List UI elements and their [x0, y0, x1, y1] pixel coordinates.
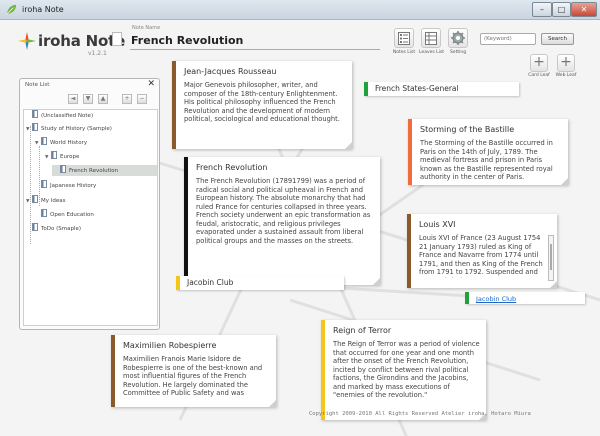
- add-note-button[interactable]: +: [122, 94, 132, 104]
- window-titlebar[interactable]: iroha Note – □ ✕: [0, 0, 600, 20]
- card-color-bar: [184, 157, 188, 285]
- card-color-bar: [111, 335, 115, 407]
- note-list-title: Note List: [25, 82, 50, 88]
- tree-item[interactable]: ▼ Study of History (Sample): [26, 123, 112, 134]
- close-button[interactable]: ✕: [571, 2, 597, 17]
- tree-item[interactable]: ▼ My Ideas: [26, 195, 65, 206]
- label-color-bar: [176, 276, 180, 290]
- leaves-list-button[interactable]: Leaves List: [419, 28, 444, 55]
- scrollbar-thumb[interactable]: [550, 244, 552, 270]
- card-robespierre[interactable]: Maximilien Robespierre Maximilien Franoi…: [111, 335, 276, 407]
- notes-list-icon: [398, 31, 410, 45]
- note-doc-icon: [41, 180, 47, 188]
- card-resize-handle[interactable]: [550, 281, 557, 288]
- tree-item[interactable]: ▼ World History: [35, 137, 87, 148]
- card-scrollbar[interactable]: [548, 235, 554, 281]
- card-title: Jean-Jacques Rousseau: [184, 67, 277, 76]
- note-doc-icon: [32, 195, 38, 203]
- card-title: Reign of Terror: [333, 326, 392, 335]
- note-doc-icon: [41, 137, 47, 145]
- move-left-button[interactable]: ◄: [68, 94, 78, 104]
- minimize-button[interactable]: –: [532, 2, 552, 17]
- card-reign-of-terror[interactable]: Reign of Terror The Reign of Terror was …: [321, 320, 486, 420]
- remove-note-button[interactable]: −: [137, 94, 147, 104]
- web-link[interactable]: Jacobin Club: [476, 295, 516, 303]
- label-text: French States-General: [375, 84, 459, 93]
- search-button[interactable]: Search: [541, 33, 574, 45]
- tree-item[interactable]: ToDo (Smaple): [26, 223, 81, 234]
- version-label: v1.2.1: [88, 50, 107, 57]
- card-bastille[interactable]: Storming of the Bastille The Storming of…: [408, 119, 568, 185]
- label-french-states-general[interactable]: French States-General: [364, 82, 519, 96]
- card-resize-handle[interactable]: [561, 178, 568, 185]
- card-leaf-button[interactable]: + Card Leaf: [527, 54, 551, 78]
- tree-item[interactable]: ▼ Europe: [45, 151, 79, 162]
- note-list-panel: Note List ✕ ◄ ▼ ▲ + − (Unclassified Note…: [19, 78, 160, 330]
- gear-icon: [451, 31, 465, 45]
- card-rousseau[interactable]: Jean-Jacques Rousseau Major Genevois phi…: [172, 61, 352, 149]
- note-list-close-icon[interactable]: ✕: [147, 79, 155, 89]
- leaves-list-icon: [425, 31, 437, 45]
- card-body: Louis XVI of France (23 August 1754 21 J…: [419, 234, 543, 278]
- logo-star-icon: [18, 32, 36, 50]
- web-leaf-jacobin-club[interactable]: Jacobin Club: [465, 292, 585, 304]
- note-name-field[interactable]: French Revolution: [130, 32, 380, 50]
- note-doc-icon: [32, 123, 38, 131]
- card-louis-xvi[interactable]: Louis XVI Louis XVI of France (23 August…: [407, 214, 557, 288]
- label-text: Jacobin Club: [187, 278, 234, 287]
- tree-item[interactable]: Open Education: [35, 209, 94, 220]
- card-leaf-icon: +: [530, 54, 548, 72]
- tree-item-selected[interactable]: French Revolution: [52, 165, 157, 176]
- card-body: Major Genevois philosopher, writer, and …: [184, 81, 340, 123]
- card-title: French Revolution: [196, 163, 268, 172]
- label-color-bar: [364, 82, 368, 96]
- note-info-button[interactable]: [112, 32, 122, 46]
- card-color-bar: [408, 119, 412, 185]
- window-title: iroha Note: [22, 5, 64, 14]
- move-up-button[interactable]: ▲: [98, 94, 108, 104]
- move-down-button[interactable]: ▼: [83, 94, 93, 104]
- search-input[interactable]: [480, 33, 536, 45]
- card-body: Maximilien Franois Marie Isidore de Robe…: [123, 355, 263, 397]
- note-tree: (Unclassified Note) ▼ Study of History (S…: [23, 109, 158, 326]
- card-body: The French Revolution (17891799) was a p…: [196, 177, 371, 245]
- card-title: Maximilien Robespierre: [123, 341, 217, 350]
- card-color-bar: [172, 61, 176, 149]
- main-window: iroha Note v1.2.1 Note Name French Revol…: [0, 20, 600, 436]
- copyright-text: Copyright 2009-2010 All Rights Reserved …: [309, 411, 531, 417]
- app-leaf-icon: [6, 4, 17, 15]
- card-french-revolution[interactable]: French Revolution The French Revolution …: [184, 157, 380, 285]
- card-title: Storming of the Bastille: [420, 125, 515, 134]
- note-doc-icon: [32, 110, 38, 118]
- note-doc-icon: [51, 151, 57, 159]
- setting-button[interactable]: Setting: [446, 28, 470, 55]
- web-leaf-icon: +: [557, 54, 575, 72]
- label-color-bar: [465, 292, 469, 304]
- card-resize-handle[interactable]: [345, 142, 352, 149]
- tree-item[interactable]: (Unclassified Note): [26, 110, 93, 121]
- card-color-bar: [321, 320, 325, 420]
- label-jacobin-club[interactable]: Jacobin Club: [176, 276, 344, 290]
- web-leaf-button[interactable]: + Web Leaf: [554, 54, 578, 78]
- note-list-toolbar: ◄ ▼ ▲ + −: [68, 94, 158, 106]
- notes-list-button[interactable]: Notes List: [392, 28, 416, 55]
- note-doc-icon: [41, 209, 47, 217]
- card-color-bar: [407, 214, 411, 288]
- note-doc-icon: [32, 223, 38, 231]
- tree-item[interactable]: Japanese History: [35, 180, 96, 191]
- maximize-button[interactable]: □: [552, 2, 571, 17]
- card-resize-handle[interactable]: [373, 278, 380, 285]
- card-resize-handle[interactable]: [269, 400, 276, 407]
- card-body: The Storming of the Bastille occurred in…: [420, 139, 553, 181]
- note-name-label: Note Name: [132, 25, 161, 31]
- note-doc-icon: [60, 165, 66, 173]
- card-body: The Reign of Terror was a period of viol…: [333, 340, 480, 399]
- card-title: Louis XVI: [419, 220, 456, 229]
- link-line: [339, 286, 471, 298]
